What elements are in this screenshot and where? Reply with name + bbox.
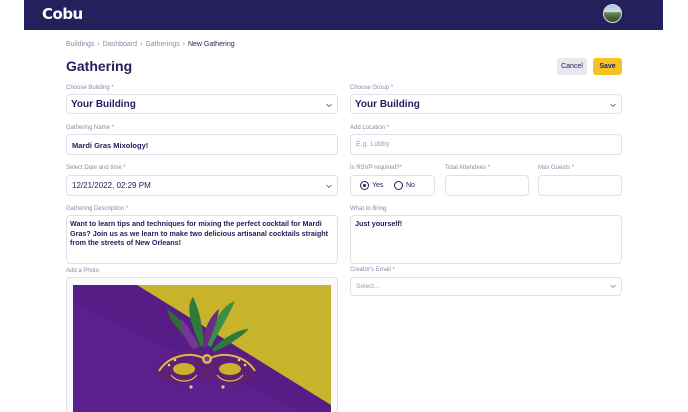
name-label: Gathering Name *: [66, 125, 115, 131]
location-input[interactable]: [350, 134, 622, 155]
gathering-photo: [73, 285, 331, 412]
rsvp-label: Is RSVP required?*: [350, 165, 402, 171]
group-value: Your Building: [355, 99, 420, 110]
description-label: Gathering Description *: [66, 206, 129, 212]
email-placeholder: Select...: [356, 283, 380, 290]
attendees-input[interactable]: [445, 175, 529, 196]
chevron-down-icon: [325, 182, 333, 190]
rsvp-yes-radio[interactable]: [360, 181, 369, 190]
breadcrumb-separator-icon: ›: [182, 41, 185, 48]
bring-label: What to Bring: [350, 206, 387, 212]
breadcrumb-dashboard[interactable]: Dashboard: [103, 41, 137, 48]
building-label: Choose Building *: [66, 85, 114, 91]
gathering-name-value: Mardi Gras Mixology!: [72, 141, 149, 150]
location-placeholder: E.g. Lobby: [356, 141, 390, 148]
rsvp-no-radio[interactable]: [394, 181, 403, 190]
attendees-label: Total Attendees *: [445, 165, 491, 171]
datetime-value: 12/21/2022, 02:29 PM: [72, 181, 151, 190]
datetime-label: Select Date and time *: [66, 165, 126, 171]
breadcrumb-separator-icon: ›: [140, 41, 143, 48]
breadcrumb-buildings[interactable]: Buildings: [66, 41, 94, 48]
breadcrumb-separator-icon: ›: [97, 41, 100, 48]
rsvp-yes-label[interactable]: Yes: [372, 182, 383, 189]
location-label: Add Location *: [350, 125, 390, 131]
photo-label: Add a Photo: [66, 268, 100, 274]
chevron-down-icon: [609, 101, 617, 109]
save-button[interactable]: Save: [593, 58, 622, 75]
chevron-down-icon: [325, 101, 333, 109]
max-guests-label: Max Guests *: [538, 165, 575, 171]
breadcrumb: Buildings › Dashboard › Gatherings › New…: [66, 41, 235, 48]
chevron-down-icon: [609, 282, 617, 290]
email-label: Creator's Email *: [350, 267, 395, 273]
cobu-logo[interactable]: Cobu: [42, 5, 83, 23]
bring-value: Just yourself!: [355, 219, 403, 228]
creator-email-select[interactable]: [350, 277, 622, 296]
group-label: Choose Group *: [350, 85, 394, 91]
building-value: Your Building: [71, 99, 136, 110]
user-avatar[interactable]: [603, 4, 622, 23]
rsvp-no-label[interactable]: No: [406, 182, 415, 189]
top-nav-bar: [24, 0, 663, 30]
page-title: Gathering: [66, 58, 133, 74]
cancel-button[interactable]: Cancel: [557, 58, 587, 75]
breadcrumb-current: New Gathering: [187, 41, 235, 48]
breadcrumb-gatherings[interactable]: Gatherings: [145, 41, 179, 48]
description-value: Want to learn tips and techniques for mi…: [70, 219, 329, 247]
max-guests-input[interactable]: [538, 175, 622, 196]
